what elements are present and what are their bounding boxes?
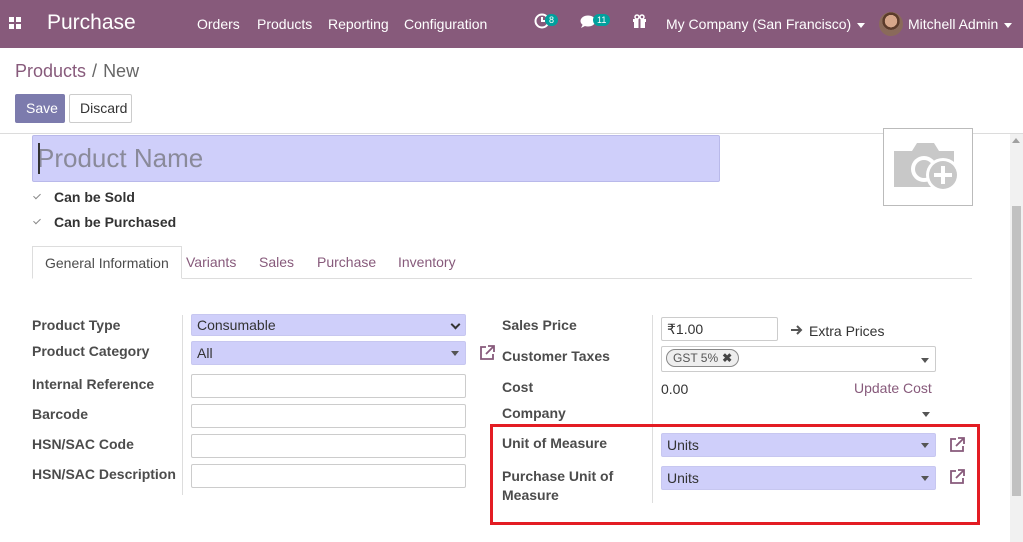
left-column-separator: [182, 315, 183, 495]
text-cursor: [38, 143, 40, 174]
product-name-input[interactable]: Product Name: [32, 135, 720, 182]
product-image-upload[interactable]: [883, 128, 973, 206]
apps-menu-icon[interactable]: [9, 17, 21, 29]
checkbox-checked-icon[interactable]: [32, 191, 44, 203]
notebook-tabs: General Information Variants Sales Purch…: [32, 246, 972, 279]
gift-icon[interactable]: [632, 14, 647, 32]
update-cost-button[interactable]: Update Cost: [854, 380, 932, 396]
extra-prices-button[interactable]: Extra Prices: [809, 323, 884, 339]
product-type-value: Consumable: [197, 317, 276, 333]
product-type-select[interactable]: Consumable: [191, 314, 466, 336]
control-panel-divider: [0, 133, 1023, 134]
camera-add-icon: [894, 143, 960, 192]
can-be-purchased-checkbox[interactable]: Can be Purchased: [32, 214, 176, 230]
gst-tag-label: GST 5%: [673, 351, 719, 365]
hsn-description-label: HSN/SAC Description: [32, 466, 176, 482]
tab-purchase[interactable]: Purchase: [305, 246, 388, 279]
discard-button[interactable]: Discard: [69, 94, 132, 123]
company-select[interactable]: [661, 403, 936, 425]
caret-down-icon: [921, 358, 929, 363]
app-title[interactable]: Purchase: [47, 11, 136, 35]
breadcrumb-products[interactable]: Products: [15, 61, 86, 81]
activity-count-badge: 8: [545, 14, 559, 26]
product-category-label: Product Category: [32, 343, 150, 359]
company-switcher[interactable]: My Company (San Francisco): [666, 16, 866, 32]
chevron-down-icon: [450, 319, 461, 330]
can-be-sold-label: Can be Sold: [54, 189, 135, 205]
save-button[interactable]: Save: [15, 94, 65, 123]
hsn-code-label: HSN/SAC Code: [32, 436, 134, 452]
external-link-icon[interactable]: [478, 344, 496, 362]
arrow-right-icon: [791, 325, 803, 335]
top-navbar: Purchase Orders Products Reporting Confi…: [0, 0, 1023, 48]
menu-reporting[interactable]: Reporting: [328, 16, 389, 32]
barcode-label: Barcode: [32, 406, 89, 422]
sales-price-input[interactable]: ₹1.00: [661, 317, 778, 341]
menu-products[interactable]: Products: [257, 16, 312, 32]
caret-down-icon: [451, 351, 459, 356]
remove-tag-icon[interactable]: ✖: [722, 351, 732, 365]
gst-tax-tag[interactable]: GST 5% ✖: [666, 349, 740, 367]
barcode-input[interactable]: [191, 404, 466, 428]
tab-sales[interactable]: Sales: [247, 246, 306, 279]
cost-value: 0.00: [661, 381, 689, 397]
breadcrumb-separator: /: [92, 61, 98, 81]
internal-reference-label: Internal Reference: [32, 376, 155, 392]
product-type-label: Product Type: [32, 317, 121, 333]
user-menu[interactable]: Mitchell Admin: [908, 16, 1013, 32]
internal-reference-input[interactable]: [191, 374, 466, 398]
caret-down-icon: [922, 412, 930, 417]
company-name: My Company (San Francisco): [666, 16, 852, 32]
hsn-code-input[interactable]: [191, 434, 466, 458]
breadcrumb-current: New: [103, 61, 140, 81]
message-count-badge: 11: [593, 14, 611, 26]
cost-label: Cost: [502, 379, 534, 395]
tab-general-information[interactable]: General Information: [32, 246, 182, 279]
sales-price-label: Sales Price: [502, 317, 577, 333]
highlight-annotation-box: [490, 424, 980, 525]
chevron-down-icon: [1004, 22, 1013, 28]
tab-inventory[interactable]: Inventory: [386, 246, 468, 279]
can-be-purchased-label: Can be Purchased: [54, 214, 177, 230]
product-category-select[interactable]: All: [191, 341, 466, 365]
can-be-sold-checkbox[interactable]: Can be Sold: [32, 189, 135, 205]
hsn-description-input[interactable]: [191, 464, 466, 488]
scrollbar-thumb[interactable]: [1012, 206, 1021, 496]
company-label: Company: [502, 405, 566, 421]
breadcrumb: Products / New: [15, 61, 139, 82]
checkbox-checked-icon[interactable]: [32, 216, 44, 228]
menu-configuration[interactable]: Configuration: [404, 16, 487, 32]
product-category-value: All: [197, 345, 213, 361]
scroll-up-arrow[interactable]: [1012, 138, 1020, 143]
customer-taxes-label: Customer Taxes: [502, 348, 610, 364]
user-name: Mitchell Admin: [908, 16, 999, 32]
tab-variants[interactable]: Variants: [174, 246, 248, 279]
user-avatar[interactable]: [879, 12, 903, 36]
menu-orders[interactable]: Orders: [197, 16, 240, 32]
chevron-down-icon: [857, 22, 866, 28]
